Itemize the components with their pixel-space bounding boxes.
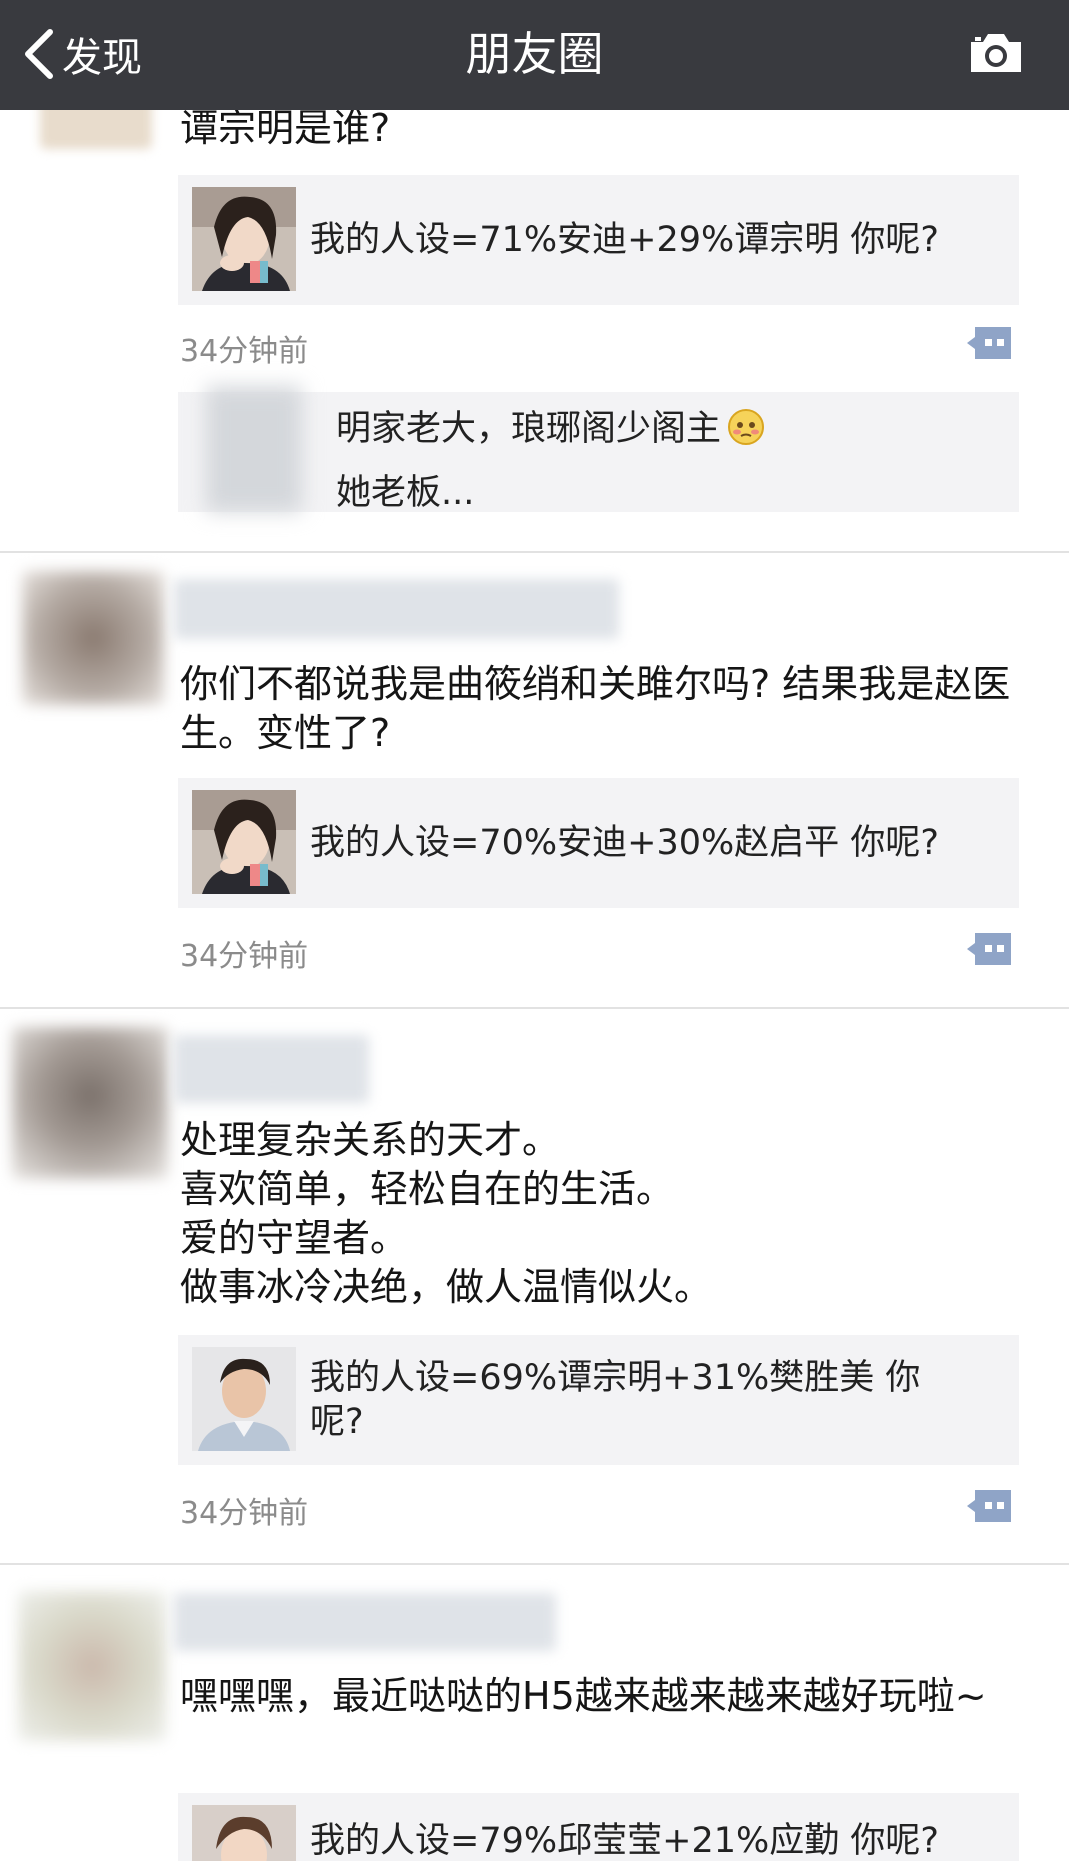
card-caption: 我的人设=71%安迪+29%谭宗明 你呢? (310, 220, 939, 260)
post-time: 34分钟前 (180, 1496, 309, 1531)
comment-line: 她老板... (336, 473, 475, 513)
card-caption: 我的人设=69%谭宗明+31%樊胜美 你呢? (310, 1358, 921, 1442)
card-caption: 我的人设=79%邱莹莹+21%应勤 你呢? (310, 1821, 939, 1861)
commenter-avatar[interactable] (206, 386, 302, 512)
moment-post: 嘿嘿嘿，最近哒哒的H5越来越来越来越好玩啦~ 我的人设=79%邱莹莹+21%应勤… (0, 1565, 1069, 1861)
shared-link-card[interactable]: 我的人设=79%邱莹莹+21%应勤 你呢? (178, 1793, 1019, 1861)
moments-feed[interactable]: 谭宗明是谁? 我的人设=71%安迪+29%谭宗明 你呢? 34分钟前 明家老大，… (0, 0, 1069, 1861)
moment-post: 你们不都说我是曲筱绡和关雎尔吗? 结果我是赵医生。变性了? 我的人设=70%安迪… (0, 553, 1069, 1006)
post-time: 34分钟前 (180, 939, 309, 974)
navigation-bar: 发现 朋友圈 (0, 0, 1069, 110)
woman-portrait-image (192, 790, 296, 894)
avatar[interactable] (22, 571, 164, 705)
comment-button[interactable] (965, 1488, 1013, 1528)
comment-button[interactable] (965, 931, 1013, 971)
author-name[interactable] (174, 1593, 556, 1651)
avatar[interactable] (18, 1591, 166, 1741)
camera-button[interactable] (967, 30, 1025, 80)
man-portrait-image (192, 1347, 296, 1451)
comment-icon (967, 933, 1011, 965)
card-thumbnail (192, 187, 296, 291)
camera-icon (971, 34, 1021, 72)
comment-area: 明家老大，琅琊阁少阁主 她老板... (178, 386, 1019, 513)
comment-line: 明家老大，琅琊阁少阁主 (336, 409, 722, 449)
post-text: 谭宗明是谁? (180, 106, 391, 150)
comment-button[interactable] (965, 325, 1013, 365)
page-title: 朋友圈 (465, 27, 604, 81)
shy-emoji-icon (727, 406, 765, 464)
shared-link-card[interactable]: 我的人设=70%安迪+30%赵启平 你呢? (178, 778, 1019, 908)
card-thumbnail (192, 1347, 296, 1451)
post-text: 处理复杂关系的天才。 喜欢简单，轻松自在的生活。 爱的守望者。 做事冰冷决绝，做… (180, 1118, 713, 1309)
card-caption: 我的人设=70%安迪+30%赵启平 你呢? (310, 823, 939, 863)
card-thumbnail (192, 1805, 296, 1861)
post-text: 你们不都说我是曲筱绡和关雎尔吗? 结果我是赵医生。变性了? (180, 662, 1011, 755)
comment-text: 明家老大，琅琊阁少阁主 她老板... (336, 400, 996, 522)
woman-portrait-image (192, 187, 296, 291)
comment-icon (967, 1490, 1011, 1522)
post-time: 34分钟前 (180, 334, 309, 369)
author-name[interactable] (174, 579, 619, 639)
card-thumbnail (192, 790, 296, 894)
avatar[interactable] (12, 1027, 168, 1179)
shared-link-card[interactable]: 我的人设=71%安迪+29%谭宗明 你呢? (178, 175, 1019, 305)
comment-icon (967, 327, 1011, 359)
author-name[interactable] (174, 1035, 369, 1103)
moment-post: 处理复杂关系的天才。 喜欢简单，轻松自在的生活。 爱的守望者。 做事冰冷决绝，做… (0, 1009, 1069, 1564)
woman-portrait-image (192, 1805, 296, 1861)
post-text: 嘿嘿嘿，最近哒哒的H5越来越来越来越好玩啦~ (180, 1674, 987, 1718)
shared-link-card[interactable]: 我的人设=69%谭宗明+31%樊胜美 你呢? (178, 1335, 1019, 1465)
